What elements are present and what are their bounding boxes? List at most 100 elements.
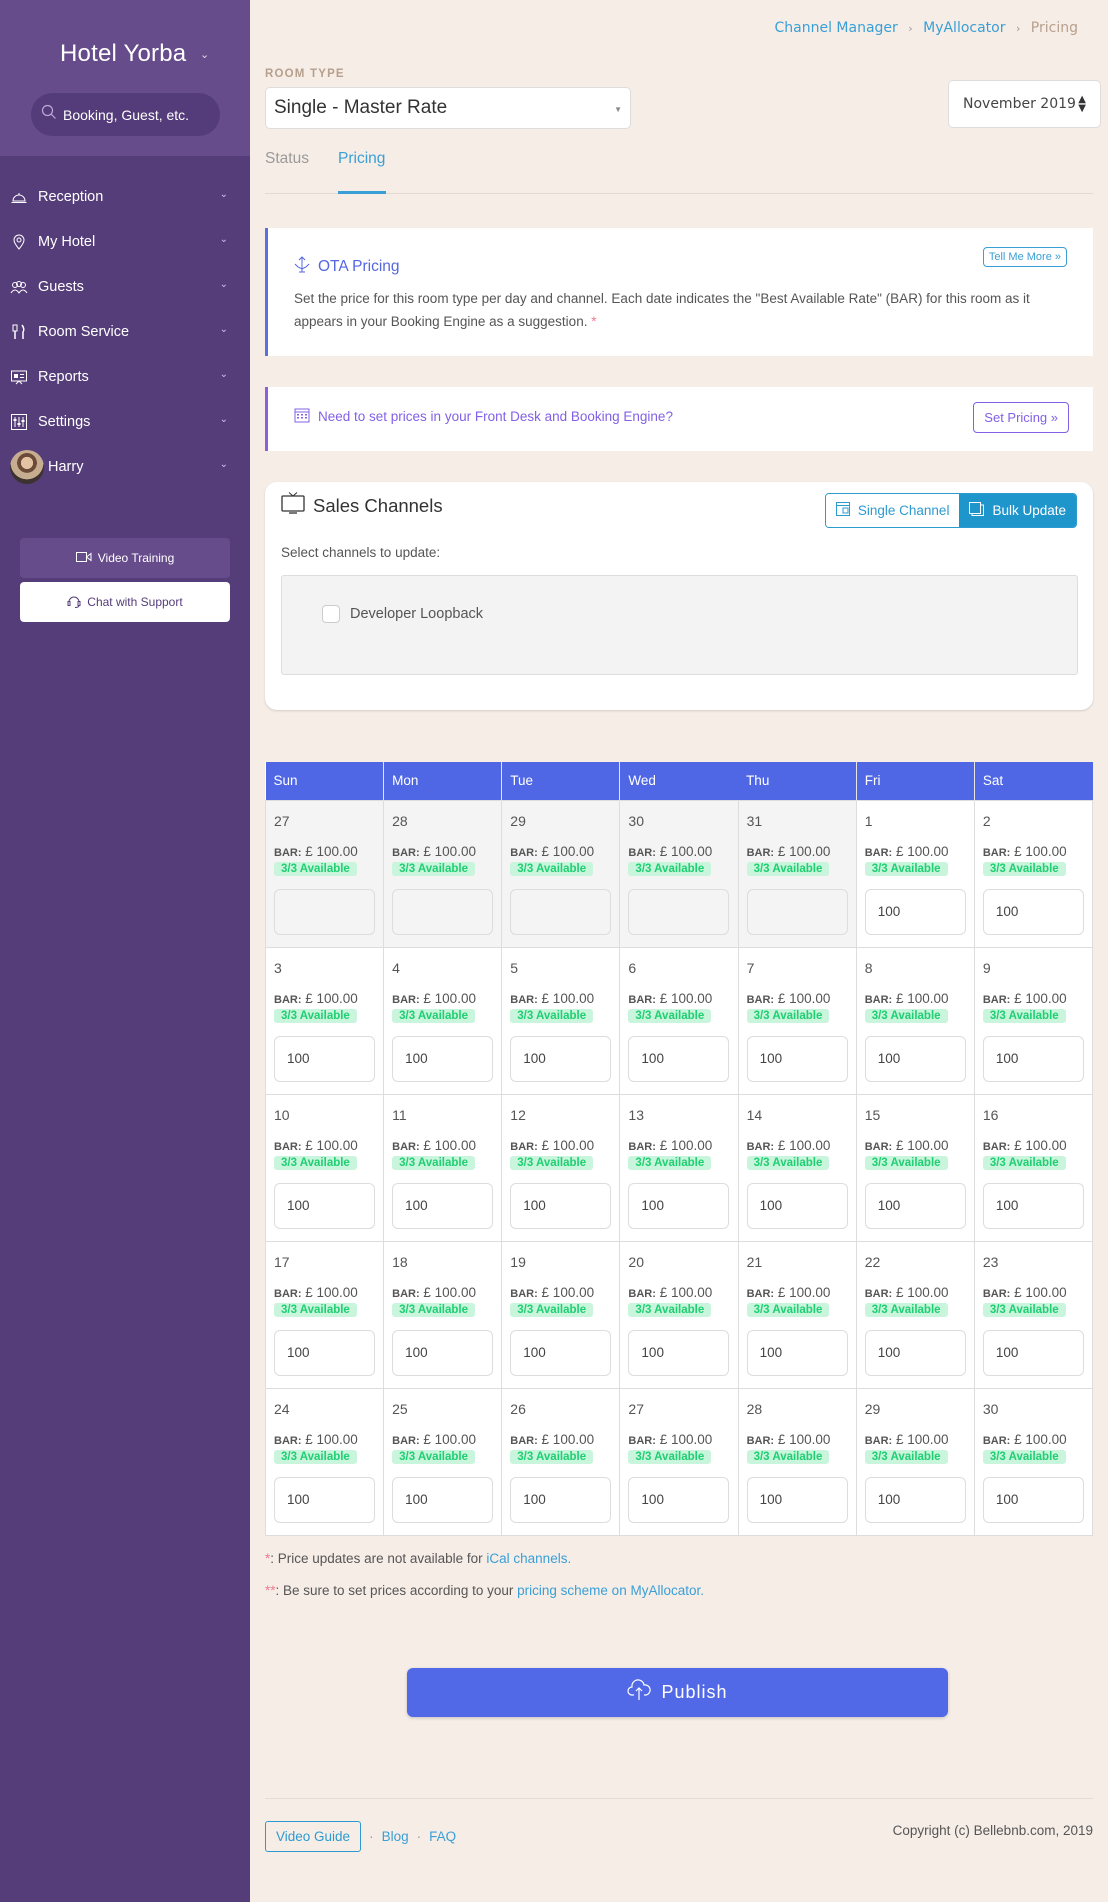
bar-label: BAR: — [746, 1434, 775, 1447]
price-input[interactable] — [628, 1329, 730, 1376]
user-name: Harry — [48, 458, 84, 475]
day-number: 22 — [864, 1253, 881, 1270]
day-number: 8 — [864, 959, 873, 976]
price-input[interactable] — [392, 888, 494, 935]
blog-link[interactable]: Blog — [382, 1829, 409, 1844]
channel-option[interactable]: Developer Loopback — [322, 605, 483, 623]
calendar-day-cell: 27 BAR: £ 100.00 3/3 Available — [264, 799, 385, 948]
price-input[interactable] — [392, 1476, 494, 1523]
bar-label: BAR: — [274, 993, 302, 1006]
bar-price: BAR: £ 100.00 — [747, 991, 848, 1006]
calendar-day-cell: 17 BAR: £ 100.00 3/3 Available — [264, 1240, 385, 1389]
price-input[interactable] — [864, 1182, 966, 1229]
price-input[interactable] — [746, 1476, 848, 1523]
price-input[interactable] — [274, 1035, 375, 1082]
hotel-name[interactable]: Hotel Yorba — [60, 40, 186, 68]
sidebar-item-my-hotel[interactable]: My Hotel ⌄ — [0, 219, 250, 264]
price-input[interactable] — [274, 888, 375, 935]
breadcrumb-channel-manager[interactable]: Channel Manager — [775, 20, 898, 36]
calendar-header-row: Sun Mon Tue Wed Thu Fri Sat — [265, 762, 1093, 800]
price-input[interactable] — [628, 1035, 730, 1082]
price-input[interactable] — [982, 1035, 1084, 1082]
bar-value: £ 100.00 — [305, 843, 358, 859]
breadcrumb-myallocator[interactable]: MyAllocator — [923, 20, 1005, 36]
price-input[interactable] — [746, 888, 848, 935]
ota-description-text: Set the price for this room type per day… — [294, 291, 1030, 329]
price-input[interactable] — [274, 1329, 375, 1376]
sidebar-item-guests[interactable]: Guests ⌄ — [0, 264, 250, 309]
set-pricing-button[interactable]: Set Pricing » — [973, 402, 1069, 433]
ical-channels-link[interactable]: iCal channels. — [486, 1551, 571, 1566]
price-input[interactable] — [746, 1182, 848, 1229]
price-input[interactable] — [746, 1035, 848, 1082]
tell-me-more-button[interactable]: Tell Me More » — [982, 247, 1067, 267]
calendar-day-cell: 31 BAR: £ 100.00 3/3 Available — [737, 799, 857, 948]
price-input[interactable] — [510, 1476, 612, 1523]
breadcrumb-current: Pricing — [1030, 20, 1078, 36]
sidebar-item-room-service[interactable]: Room Service ⌄ — [0, 309, 250, 354]
price-input[interactable] — [628, 1476, 730, 1523]
global-search[interactable] — [31, 93, 220, 136]
ota-title: OTA Pricing — [294, 255, 400, 278]
price-input[interactable] — [982, 1329, 1084, 1376]
tab-status[interactable]: Status — [265, 150, 309, 194]
sidebar-item-reception[interactable]: Reception ⌄ — [0, 174, 250, 219]
video-guide-button[interactable]: Video Guide — [265, 1821, 362, 1852]
sidebar-item-label: Settings — [38, 413, 91, 430]
tab-pricing[interactable]: Pricing — [338, 150, 386, 194]
chevron-down-icon[interactable]: ⌄ — [200, 48, 209, 61]
price-input[interactable] — [510, 1329, 612, 1376]
price-input[interactable] — [864, 1035, 966, 1082]
pricing-scheme-link[interactable]: pricing scheme on MyAllocator. — [517, 1583, 704, 1598]
bar-price: BAR: £ 100.00 — [274, 1432, 375, 1447]
price-input[interactable] — [864, 888, 966, 935]
price-input[interactable] — [510, 888, 612, 935]
bar-label: BAR: — [628, 1287, 656, 1300]
price-input[interactable] — [628, 1182, 730, 1229]
publish-button[interactable]: Publish — [407, 1668, 948, 1717]
bar-label: BAR: — [392, 1434, 420, 1447]
price-input[interactable] — [274, 1182, 375, 1229]
price-input[interactable] — [510, 1035, 612, 1082]
price-input[interactable] — [274, 1476, 375, 1523]
price-input[interactable] — [392, 1182, 494, 1229]
bar-value: £ 100.00 — [895, 1431, 949, 1447]
video-training-button[interactable]: Video Training — [20, 538, 230, 578]
day-number: 9 — [982, 959, 991, 976]
price-input[interactable] — [392, 1035, 494, 1082]
sidebar-item-reports[interactable]: Reports ⌄ — [0, 354, 250, 399]
room-type-select[interactable]: Single - Master Rate ▼ — [265, 87, 631, 129]
breadcrumb: Channel Manager › MyAllocator › Pricing — [775, 20, 1079, 36]
price-input[interactable] — [864, 1329, 966, 1376]
calendar-day-cell: 30 BAR: £ 100.00 3/3 Available — [973, 1387, 1094, 1536]
price-input[interactable] — [864, 1476, 966, 1523]
single-channel-button[interactable]: Single Channel — [825, 494, 960, 527]
sidebar-item-user[interactable]: Harry ⌄ — [0, 444, 250, 489]
availability-badge: 3/3 Available — [510, 1302, 594, 1317]
price-input[interactable] — [392, 1329, 494, 1376]
bar-price: BAR: £ 100.00 — [274, 991, 375, 1006]
bar-value: £ 100.00 — [305, 1431, 358, 1447]
price-input[interactable] — [746, 1329, 848, 1376]
channel-checkbox[interactable] — [322, 605, 340, 623]
availability-badge: 3/3 Available — [274, 1449, 357, 1464]
weekday-header: Wed — [619, 762, 739, 800]
price-input[interactable] — [982, 1476, 1084, 1523]
bar-label: BAR: — [274, 1434, 302, 1447]
faq-link[interactable]: FAQ — [429, 1829, 456, 1844]
price-input[interactable] — [628, 888, 730, 935]
month-select[interactable]: November 2019 ▲ ▼ — [948, 80, 1101, 128]
availability-badge: 3/3 Available — [274, 861, 357, 876]
avatar — [10, 449, 44, 484]
chevron-down-icon: ⌄ — [219, 369, 228, 380]
sidebar-item-settings[interactable]: Settings ⌄ — [0, 399, 250, 444]
pricing-calendar: Sun Mon Tue Wed Thu Fri Sat 27 BAR: £ 100… — [264, 762, 1094, 1536]
chat-support-button[interactable]: Chat with Support — [20, 582, 230, 622]
search-input[interactable] — [63, 106, 213, 123]
price-input[interactable] — [982, 1182, 1084, 1229]
bulk-update-button[interactable]: Bulk Update — [959, 494, 1076, 527]
availability-badge: 3/3 Available — [628, 1008, 712, 1023]
price-input[interactable] — [982, 888, 1084, 935]
bar-price: BAR: £ 100.00 — [865, 844, 966, 859]
price-input[interactable] — [510, 1182, 612, 1229]
